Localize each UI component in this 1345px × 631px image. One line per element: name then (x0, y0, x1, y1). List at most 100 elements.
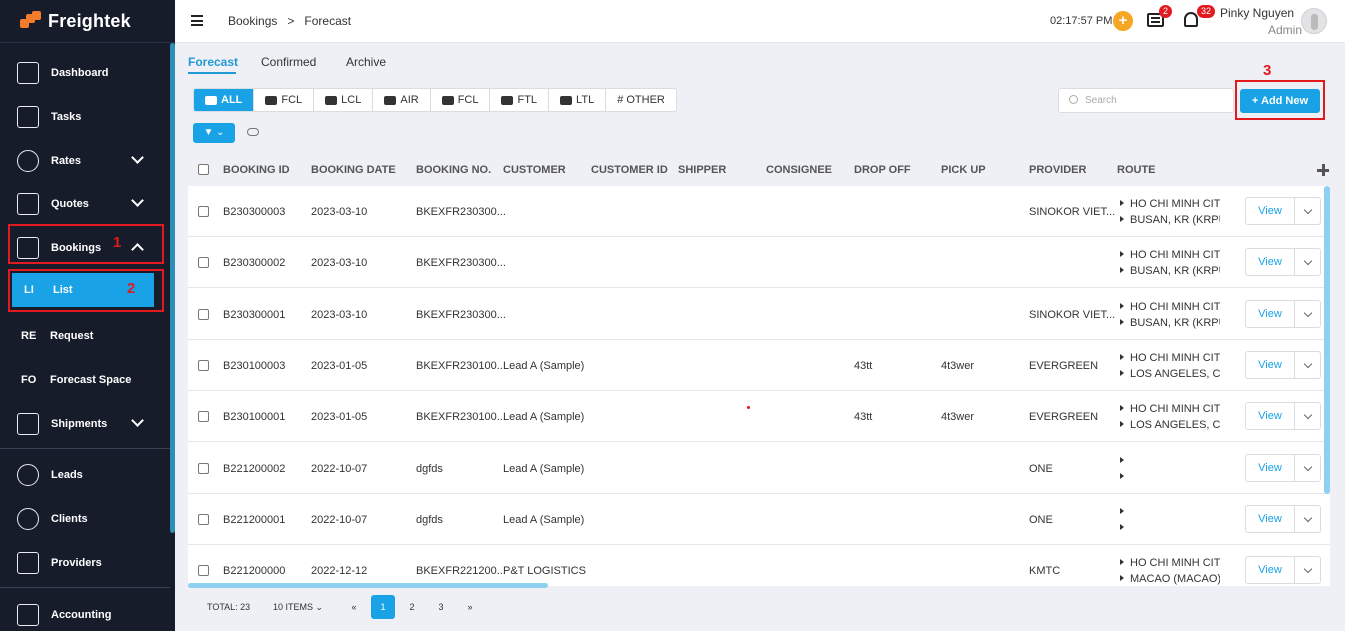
tab-archive[interactable]: Archive (346, 55, 386, 69)
column-customer[interactable]: CUSTOMER (503, 164, 566, 176)
sidebar-item-shipments[interactable]: Shipments (0, 404, 170, 444)
select-all-checkbox[interactable] (198, 164, 209, 175)
type-other-button[interactable]: # OTHER (605, 89, 676, 111)
filter-button[interactable]: ▼ ⌄ (193, 123, 235, 143)
table-row[interactable]: B230100001 2023-01-05 BKEXFR230100... Lead … (188, 391, 1330, 443)
type-lcl-button[interactable]: LCL (313, 89, 372, 111)
row-actions-dropdown[interactable] (1294, 197, 1321, 225)
hamburger-menu-icon[interactable] (191, 15, 203, 26)
column-customer-id[interactable]: CUSTOMER ID (591, 164, 668, 176)
type-ltl-button[interactable]: LTL (548, 89, 605, 111)
column-booking-no[interactable]: BOOKING NO. (416, 164, 491, 176)
caret-right-icon (1120, 216, 1124, 222)
view-button[interactable]: View (1245, 248, 1295, 277)
cursor-marker (747, 406, 750, 409)
type-all-button[interactable]: ALL (194, 89, 254, 111)
column-route[interactable]: ROUTE (1117, 164, 1156, 176)
sidebar-item-providers[interactable]: Providers (0, 543, 170, 583)
type-air-button[interactable]: AIR (372, 89, 429, 111)
avatar[interactable] (1301, 8, 1327, 34)
row-checkbox[interactable] (198, 462, 209, 474)
row-checkbox[interactable] (198, 359, 209, 371)
column-booking-date[interactable]: BOOKING DATE (311, 164, 396, 176)
cell-booking-no: BKEXFR230100... (416, 411, 506, 424)
column-booking-id[interactable]: BOOKING ID (223, 164, 290, 176)
row-actions-dropdown[interactable] (1294, 556, 1321, 585)
view-button[interactable]: View (1245, 504, 1295, 533)
table-row[interactable]: B221200000 2022-12-12 BKEXFR221200... P&T L… (188, 545, 1330, 586)
row-actions-dropdown[interactable] (1294, 504, 1321, 533)
page-1-button[interactable]: 1 (371, 595, 395, 619)
type-fcl-truck-button[interactable]: FCL (429, 89, 490, 111)
bell-icon[interactable] (1184, 12, 1198, 27)
table-row[interactable]: B230100003 2023-01-05 BKEXFR230100... Lead … (188, 340, 1330, 391)
page-3-button[interactable]: 3 (429, 595, 453, 619)
row-checkbox[interactable] (198, 257, 209, 269)
sidebar-scrollbar[interactable] (170, 43, 175, 533)
next-page-button[interactable]: » (458, 595, 482, 619)
sidebar-item-rates[interactable]: Rates (0, 141, 170, 181)
table-vertical-scrollbar[interactable] (1324, 186, 1330, 494)
row-checkbox[interactable] (198, 513, 209, 525)
list-icon (205, 95, 217, 105)
column-drop-off[interactable]: DROP OFF (854, 164, 911, 176)
view-button[interactable]: View (1245, 453, 1295, 482)
table-row[interactable]: B230300001 2023-03-10 BKEXFR230300... SINOK… (188, 289, 1330, 340)
row-checkbox[interactable] (198, 411, 209, 423)
table-row[interactable]: B230300003 2023-03-10 BKEXFR230300... SINOK… (188, 186, 1330, 237)
sidebar-item-dashboard[interactable]: Dashboard (0, 53, 170, 93)
type-fcl-sea-button[interactable]: FCL (253, 89, 313, 111)
search-input[interactable]: Search (1058, 88, 1234, 113)
cell-booking-id: B221200001 (223, 513, 286, 526)
page-size-select[interactable]: 10 ITEMS ⌄ (273, 602, 323, 613)
tab-confirmed[interactable]: Confirmed (261, 55, 316, 69)
quick-add-icon[interactable]: + (1113, 11, 1133, 31)
row-checkbox[interactable] (198, 206, 209, 217)
row-checkbox[interactable] (198, 565, 209, 577)
cell-booking-date: 2022-12-12 (311, 565, 368, 578)
sidebar-item-accounting[interactable]: Accounting (0, 595, 170, 631)
table-row[interactable]: B230300002 2023-03-10 BKEXFR230300... HO CH… (188, 237, 1330, 289)
type-ftl-button[interactable]: FTL (489, 89, 548, 111)
view-button[interactable]: View (1245, 350, 1295, 379)
view-button[interactable]: View (1245, 197, 1295, 225)
route-line: BUSAN, KR (KRPUS) (1120, 315, 1220, 331)
app-logo[interactable]: Freightek (0, 0, 175, 43)
breadcrumb-bookings[interactable]: Bookings (228, 14, 277, 28)
column-shipper[interactable]: SHIPPER (678, 164, 726, 176)
row-actions-dropdown[interactable] (1294, 402, 1321, 431)
page-2-button[interactable]: 2 (400, 595, 424, 619)
sidebar-item-clients[interactable]: Clients (0, 499, 170, 539)
sidebar-item-forecast-space[interactable]: FO Forecast Space (0, 360, 170, 400)
add-new-button[interactable]: + Add New (1240, 89, 1320, 113)
sidebar-item-quotes[interactable]: Quotes (0, 184, 170, 224)
sidebar-item-label: Leads (51, 469, 83, 481)
row-checkbox[interactable] (198, 308, 209, 320)
column-consignee[interactable]: CONSIGNEE (766, 164, 832, 176)
cloud-download-icon[interactable] (247, 128, 259, 136)
sidebar-item-label: Accounting (51, 609, 112, 621)
table-row[interactable]: B221200002 2022-10-07 dgfds Lead A (Sample)… (188, 443, 1330, 494)
table-horizontal-scrollbar[interactable] (188, 583, 548, 588)
table-row[interactable]: B221200001 2022-10-07 dgfds Lead A (Sample)… (188, 494, 1330, 545)
row-actions-dropdown[interactable] (1294, 299, 1321, 328)
route-line (1120, 504, 1220, 520)
row-actions-dropdown[interactable] (1294, 453, 1321, 482)
column-pick-up[interactable]: PICK UP (941, 164, 986, 176)
add-column-icon[interactable] (1317, 164, 1329, 176)
sidebar-divider (0, 587, 170, 588)
view-button[interactable]: View (1245, 556, 1295, 585)
sidebar-item-request[interactable]: RE Request (0, 316, 170, 356)
view-button[interactable]: View (1245, 402, 1295, 431)
column-provider[interactable]: PROVIDER (1029, 164, 1086, 176)
tab-forecast[interactable]: Forecast (188, 55, 238, 69)
row-actions-dropdown[interactable] (1294, 248, 1321, 277)
sidebar-item-leads[interactable]: Leads (0, 455, 170, 495)
prev-page-button[interactable]: « (342, 595, 366, 619)
view-button[interactable]: View (1245, 299, 1295, 328)
table-header: BOOKING ID BOOKING DATE BOOKING NO. CUST… (188, 155, 1330, 185)
row-actions-dropdown[interactable] (1294, 350, 1321, 379)
user-name[interactable]: Pinky Nguyen (1220, 6, 1294, 20)
clock: 02:17:57 PM (1050, 15, 1113, 27)
sidebar-item-tasks[interactable]: Tasks (0, 97, 170, 137)
